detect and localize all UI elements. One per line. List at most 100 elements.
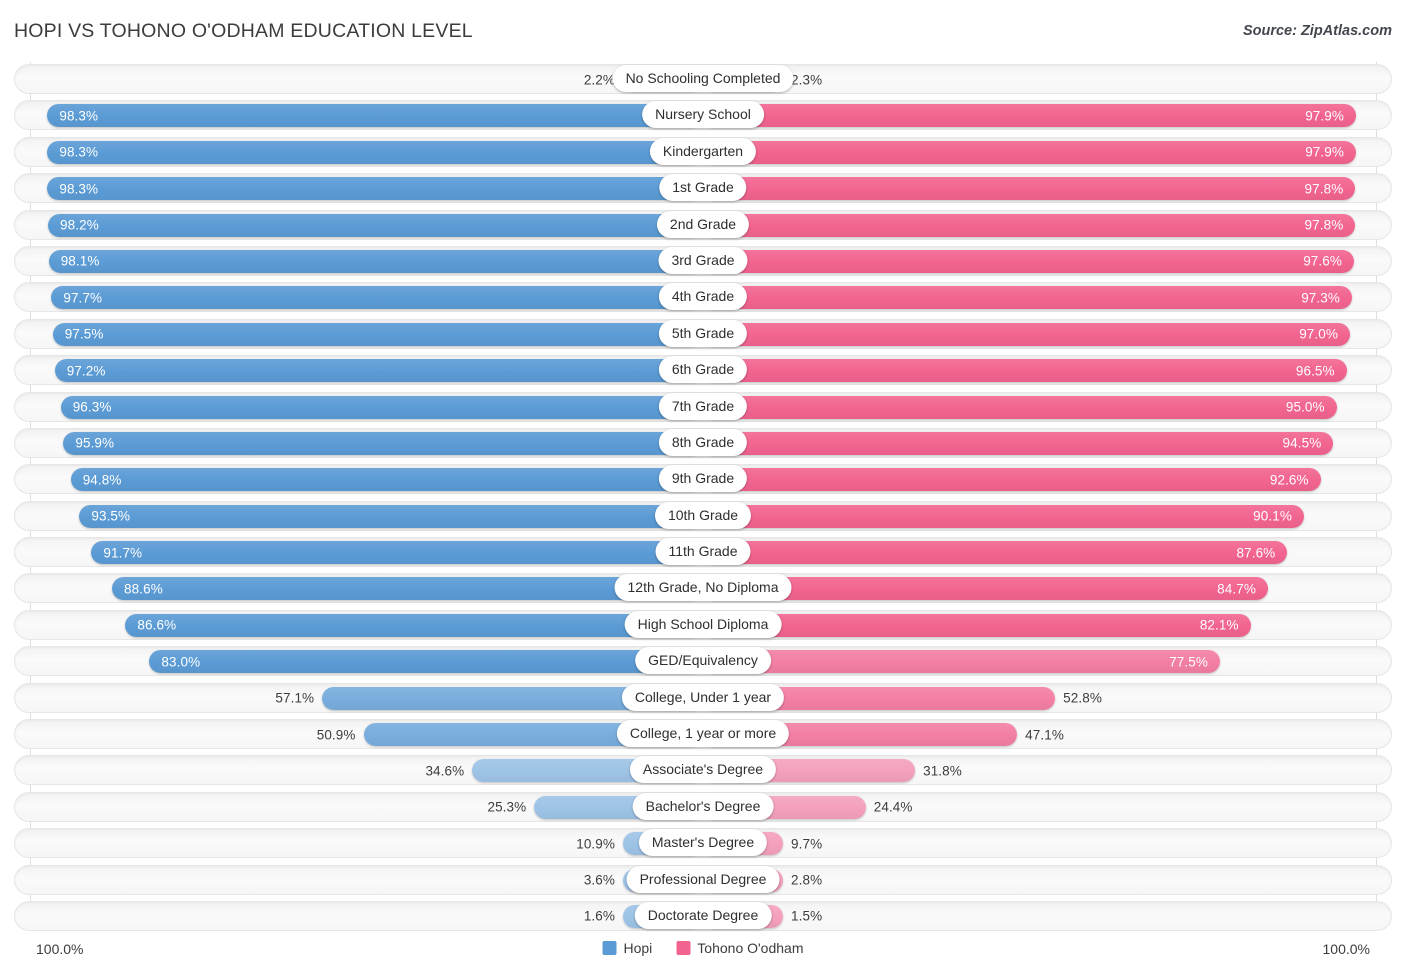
bar-value-tohono-oodham: 9.7% <box>791 836 823 852</box>
bar-hopi: 98.3% <box>47 140 703 164</box>
bar-row: 91.7% 87.6% 11th Grade <box>0 535 1406 571</box>
bar-value-hopi: 98.3% <box>59 144 99 160</box>
bar-value-hopi: 98.2% <box>60 217 99 233</box>
legend-swatch <box>602 941 617 955</box>
bar-value-hopi: 93.5% <box>91 508 131 524</box>
axis-max-right: 100.0% <box>1322 941 1370 957</box>
bar-value-hopi: 83.0% <box>161 654 201 670</box>
bar-hopi: 98.1% <box>48 249 703 273</box>
bar-value-tohono-oodham: 77.5% <box>1169 654 1208 670</box>
bar-tohono-oodham: 87.6% <box>703 541 1288 565</box>
bar-tohono-oodham: 92.6% <box>703 468 1321 492</box>
bar-row: 34.6% 31.8% Associate's Degree <box>0 753 1406 789</box>
bar-row: 95.9% 94.5% 8th Grade <box>0 426 1406 462</box>
bar-tohono-oodham: 97.8% <box>703 177 1356 201</box>
chart-header: HOPI VS TOHONO O'ODHAM EDUCATION LEVEL S… <box>0 0 1406 62</box>
bar-value-hopi: 3.6% <box>583 872 615 888</box>
bar-hopi: 93.5% <box>79 504 703 528</box>
bar-value-tohono-oodham: 97.9% <box>1305 108 1344 124</box>
bar-value-tohono-oodham: 97.8% <box>1304 217 1344 233</box>
bar-value-tohono-oodham: 96.5% <box>1295 363 1335 379</box>
bar-hopi: 91.7% <box>91 541 703 565</box>
bar-value-tohono-oodham: 84.7% <box>1217 581 1256 597</box>
bar-value-tohono-oodham: 97.8% <box>1304 181 1344 197</box>
bar-row: 98.3% 97.9% Kindergarten <box>0 135 1406 171</box>
category-label: College, Under 1 year <box>621 683 785 711</box>
bar-row: 3.6% 2.8% Professional Degree <box>0 863 1406 899</box>
bar-tohono-oodham: 94.5% <box>703 431 1334 455</box>
category-label: Master's Degree <box>638 829 768 857</box>
bar-value-tohono-oodham: 95.0% <box>1285 399 1325 415</box>
bar-hopi: 98.3% <box>47 177 703 201</box>
bar-row: 88.6% 84.7% 12th Grade, No Diploma <box>0 571 1406 607</box>
bar-row: 98.3% 97.9% Nursery School <box>0 98 1406 134</box>
bar-value-hopi: 88.6% <box>124 581 163 597</box>
bar-value-hopi: 34.6% <box>425 763 465 779</box>
bar-value-tohono-oodham: 2.3% <box>791 72 823 87</box>
bar-row: 98.3% 97.8% 1st Grade <box>0 171 1406 207</box>
legend-item[interactable]: Tohono O'odham <box>676 940 804 956</box>
bar-tohono-oodham: 97.0% <box>703 322 1350 346</box>
legend-swatch <box>676 941 691 955</box>
bar-value-tohono-oodham: 97.6% <box>1303 253 1342 269</box>
bar-value-tohono-oodham: 52.8% <box>1063 690 1102 706</box>
bar-value-hopi: 25.3% <box>487 799 527 815</box>
bar-tohono-oodham: 96.5% <box>703 359 1347 383</box>
category-label: 4th Grade <box>658 283 748 311</box>
category-label: 2nd Grade <box>656 210 750 238</box>
bar-value-tohono-oodham: 31.8% <box>923 763 962 779</box>
category-label: 6th Grade <box>658 356 748 384</box>
bar-tohono-oodham: 97.3% <box>703 286 1352 310</box>
bar-hopi: 97.5% <box>52 322 703 346</box>
bar-row: 96.3% 95.0% 7th Grade <box>0 390 1406 426</box>
bar-tohono-oodham: 97.9% <box>703 104 1356 128</box>
bar-row: 97.5% 97.0% 5th Grade <box>0 317 1406 353</box>
legend-item[interactable]: Hopi <box>602 940 652 956</box>
bar-value-tohono-oodham: 2.8% <box>791 872 823 888</box>
bar-value-tohono-oodham: 97.3% <box>1301 290 1340 306</box>
chart-page: HOPI VS TOHONO O'ODHAM EDUCATION LEVEL S… <box>0 0 1406 975</box>
bar-value-hopi: 97.5% <box>64 326 104 342</box>
bar-value-hopi: 1.6% <box>583 908 615 924</box>
bar-row: 98.2% 97.8% 2nd Grade <box>0 208 1406 244</box>
category-label: High School Diploma <box>624 610 782 638</box>
bar-hopi: 94.8% <box>70 468 703 492</box>
bar-tohono-oodham: 97.6% <box>703 249 1354 273</box>
category-label: No Schooling Completed <box>612 65 794 92</box>
bar-value-hopi: 98.3% <box>59 108 99 124</box>
category-label: College, 1 year or more <box>616 720 790 748</box>
category-label: Nursery School <box>642 101 764 129</box>
bar-value-hopi: 97.2% <box>66 363 106 379</box>
bar-row: 83.0% 77.5% GED/Equivalency <box>0 644 1406 680</box>
bar-value-tohono-oodham: 1.5% <box>791 908 823 924</box>
category-label: 5th Grade <box>658 319 748 347</box>
category-label: GED/Equivalency <box>635 647 771 675</box>
category-label: Bachelor's Degree <box>632 792 774 820</box>
bar-hopi: 97.2% <box>54 359 703 383</box>
bar-value-hopi: 98.1% <box>60 253 100 269</box>
bar-value-hopi: 57.1% <box>275 690 315 706</box>
bar-value-tohono-oodham: 82.1% <box>1199 617 1239 633</box>
source-attribution: Source: ZipAtlas.com <box>1242 23 1392 39</box>
bar-value-tohono-oodham: 87.6% <box>1236 545 1276 561</box>
bar-row: 50.9% 47.1% College, 1 year or more <box>0 717 1406 753</box>
bar-value-hopi: 50.9% <box>316 727 356 743</box>
category-label: 1st Grade <box>659 174 747 202</box>
bar-value-tohono-oodham: 24.4% <box>873 799 913 815</box>
category-label: 12th Grade, No Diploma <box>614 574 792 602</box>
bar-row: 93.5% 90.1% 10th Grade <box>0 499 1406 535</box>
bar-row: 86.6% 82.1% High School Diploma <box>0 608 1406 644</box>
bar-row: 1.6% 1.5% Doctorate Degree <box>0 899 1406 935</box>
bar-value-tohono-oodham: 97.0% <box>1299 326 1338 342</box>
bar-tohono-oodham: 77.5% <box>703 650 1220 674</box>
category-label: Kindergarten <box>649 137 757 165</box>
bar-value-hopi: 2.2% <box>583 72 615 87</box>
chart-footer: 100.0% Hopi Tohono O'odham 100.0% <box>0 937 1406 975</box>
category-label: 10th Grade <box>654 501 752 529</box>
bar-hopi: 96.3% <box>60 395 703 419</box>
bar-hopi: 98.3% <box>47 104 703 128</box>
bar-value-tohono-oodham: 90.1% <box>1253 508 1292 524</box>
category-label: Doctorate Degree <box>634 901 772 929</box>
bar-value-hopi: 94.8% <box>82 472 122 488</box>
axis-max-left: 100.0% <box>36 941 84 957</box>
